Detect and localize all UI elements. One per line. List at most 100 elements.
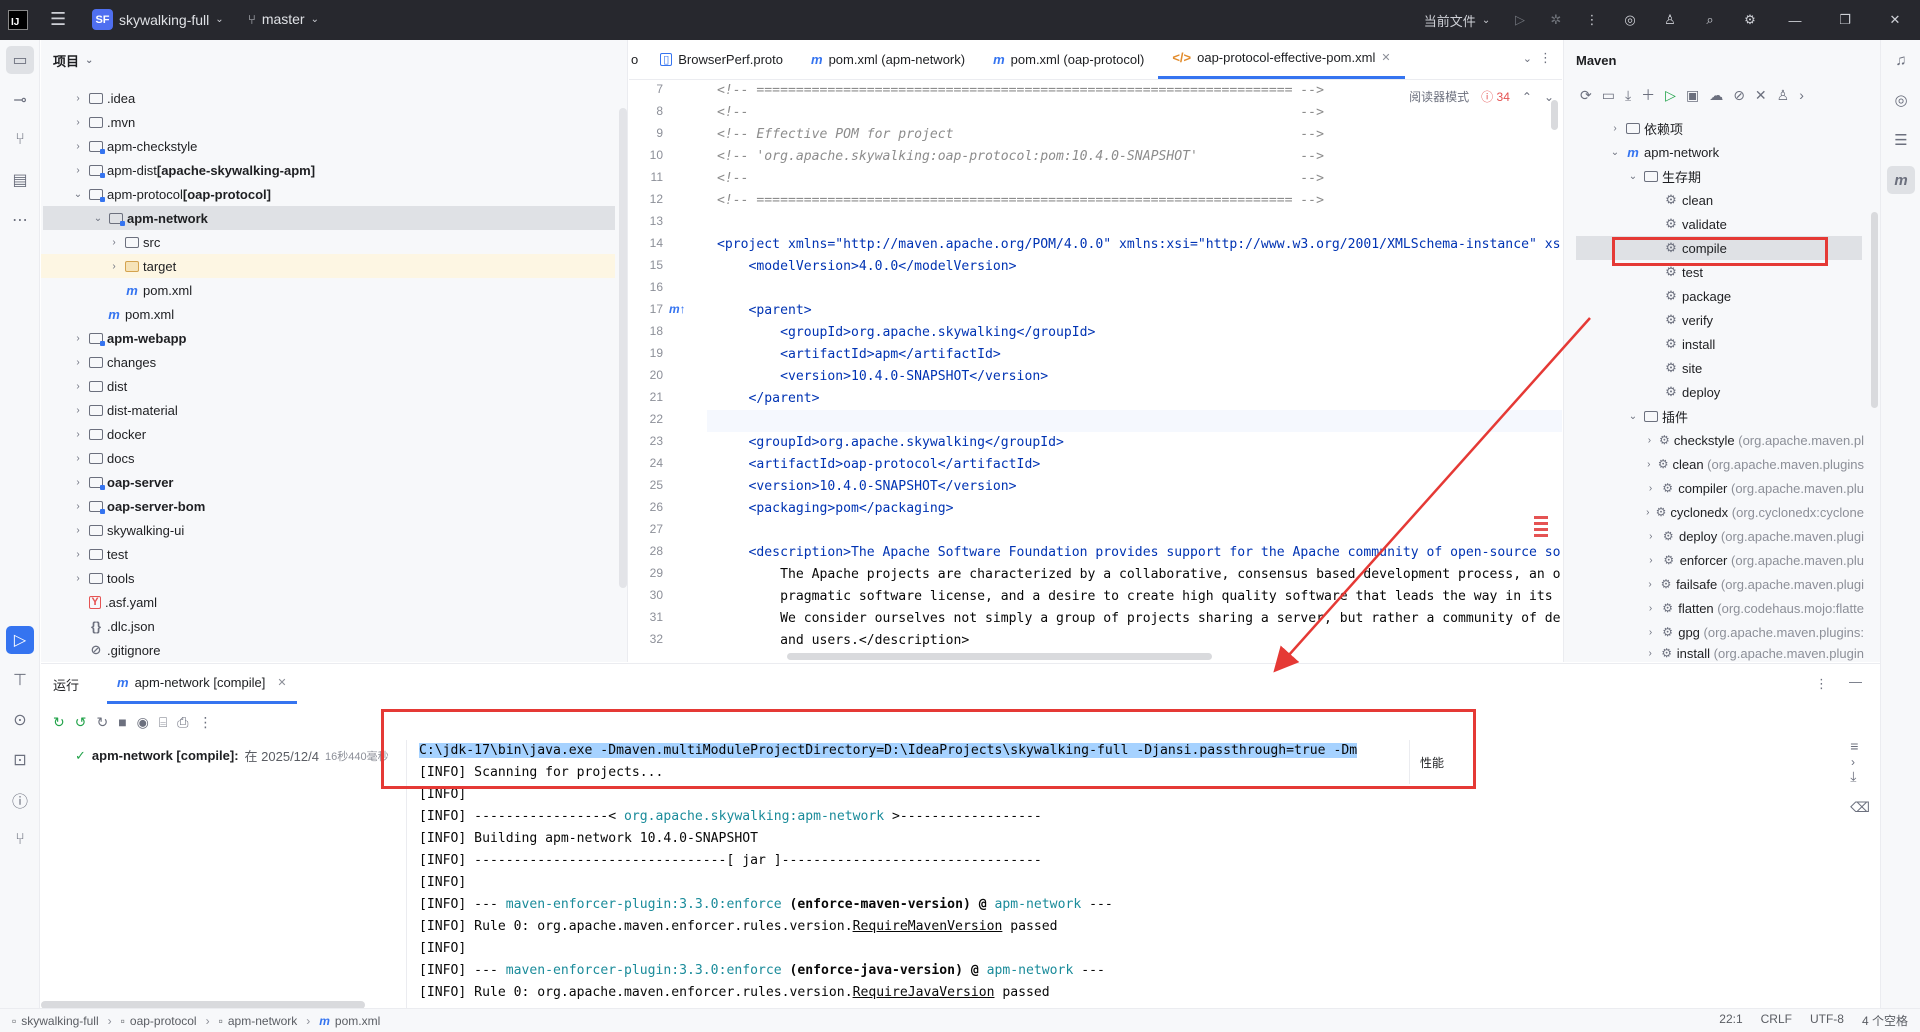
add-icon[interactable]: ＋	[1641, 85, 1655, 105]
branch-switcher[interactable]: ⑂ master ⌄	[248, 11, 319, 27]
tab-pom-apm-network[interactable]: m pom.xml (apm-network)	[797, 39, 979, 79]
ai-chat-icon[interactable]: ◎	[1887, 86, 1915, 114]
maven-plugin[interactable]: › ⚙ compiler (org.apache.maven.plu	[1564, 476, 1864, 500]
pin-icon[interactable]: ⎙	[177, 714, 188, 731]
close-tab-icon[interactable]: ✕	[1381, 51, 1390, 64]
console-link[interactable]: org.apache.skywalking:apm-network	[624, 809, 884, 824]
tree-item[interactable]: › oap-server	[41, 470, 615, 494]
minimize-icon[interactable]: —	[1770, 0, 1820, 40]
console-class-link[interactable]: RequireMavenVersion	[853, 919, 1003, 934]
maven-goal[interactable]: ⚙ verify	[1564, 308, 1864, 332]
code-view[interactable]: <!-- ===================================…	[707, 80, 1562, 662]
debug-icon[interactable]: ✲	[1538, 0, 1574, 40]
restore-icon[interactable]: ❐	[1820, 0, 1870, 40]
tree-item[interactable]: › apm-webapp	[41, 326, 615, 350]
reader-mode-toggle[interactable]: 阅读器模式	[1409, 88, 1469, 105]
tree-item[interactable]: › docker	[41, 422, 615, 446]
run-tab-compile[interactable]: m apm-network [compile] ✕	[107, 664, 297, 704]
project-panel-header[interactable]: 项目 ⌄	[41, 40, 627, 80]
services-icon[interactable]: ⊙	[6, 706, 34, 734]
more-vertical-icon[interactable]: ⋮	[1539, 50, 1552, 66]
performance-section[interactable]: 性能 ›	[1409, 740, 1869, 784]
skip-tests-icon[interactable]: ⊘	[1733, 87, 1745, 104]
more-horizontal-icon[interactable]: ⋯	[6, 206, 34, 234]
notifications-bell-icon[interactable]: ♫	[1887, 46, 1915, 74]
maven-plugin[interactable]: › ⚙ checkstyle (org.apache.maven.pl	[1564, 428, 1864, 452]
rerun-failed-icon[interactable]: ↺	[75, 714, 87, 731]
maven-goal[interactable]: ⚙ install	[1564, 332, 1864, 356]
maven-plugin[interactable]: › ⚙ cyclonedx (org.cyclonedx:cyclone	[1564, 500, 1864, 524]
more-vertical-icon[interactable]: ⋮	[1574, 0, 1610, 40]
stop-icon[interactable]: ■	[118, 714, 126, 730]
console-output[interactable]: C:\jdk-17\bin\java.exe -Dmaven.multiModu…	[409, 740, 1409, 1009]
tree-item[interactable]: › oap-server-bom	[41, 494, 615, 518]
tree-item[interactable]: › test	[41, 542, 615, 566]
maven-tree-item[interactable]: ⌄ 插件	[1564, 404, 1864, 428]
git-icon[interactable]: ⑂	[6, 826, 34, 854]
maven-plugin[interactable]: › ⚙ install (org.apache.maven.plugin	[1564, 644, 1864, 662]
tree-item[interactable]: › skywalking-ui	[41, 518, 615, 542]
scroll-to-end-icon[interactable]: ⤓	[1850, 768, 1870, 785]
maven-scrollbar[interactable]	[1871, 212, 1878, 408]
database-icon[interactable]: ☰	[1887, 126, 1915, 154]
override-gutter-icon[interactable]: m↑	[669, 302, 686, 316]
maven-tool-icon[interactable]: m	[1887, 166, 1915, 194]
maven-tree-item[interactable]: ⌄ m apm-network	[1564, 140, 1864, 164]
minimize-panel-icon[interactable]: —	[1849, 674, 1862, 689]
download-icon[interactable]: ⤓	[1625, 87, 1631, 104]
project-switcher[interactable]: SF skywalking-full ⌄	[92, 9, 224, 30]
tree-item[interactable]: › tools	[41, 566, 615, 590]
tree-item[interactable]: › apm-dist [apache-skywalking-apm]	[41, 158, 615, 182]
more-vertical-icon[interactable]: ⋮	[1815, 676, 1828, 692]
console-link[interactable]: apm-network	[987, 963, 1074, 978]
commit-icon[interactable]: ⊸	[6, 86, 34, 114]
tree-item[interactable]: {} .dlc.json	[41, 614, 615, 638]
settings-gear-icon[interactable]: ⚙	[1730, 0, 1770, 40]
generate-sources-icon[interactable]: ▭	[1602, 87, 1615, 104]
tab-effective-pom[interactable]: </> oap-protocol-effective-pom.xml ✕	[1158, 39, 1405, 79]
more-vertical-icon[interactable]: ⋮	[199, 714, 213, 731]
maven-plugin[interactable]: › ⚙ flatten (org.codehaus.mojo:flatte	[1564, 596, 1864, 620]
close-icon[interactable]: ✕	[1870, 0, 1920, 40]
project-scrollbar[interactable]	[619, 108, 627, 588]
run-tree-item[interactable]: ✓ apm-network [compile]: 在 2025/12/4 16秒…	[75, 746, 389, 765]
hamburger-menu-icon[interactable]: ☰	[50, 9, 66, 30]
structure-icon[interactable]: ▤	[6, 166, 34, 194]
ai-assistant-icon[interactable]: ◎	[1610, 0, 1650, 40]
maven-goal[interactable]: ⚙ deploy	[1564, 380, 1864, 404]
run-tool-icon[interactable]: ▷	[6, 626, 34, 654]
console-link[interactable]: apm-network	[995, 897, 1082, 912]
tree-item[interactable]: › .mvn	[41, 110, 615, 134]
maven-goal[interactable]: ⚙ clean	[1564, 188, 1864, 212]
rerun-stopped-icon[interactable]: ↻	[96, 714, 108, 731]
tree-item[interactable]: Y .asf.yaml	[41, 590, 615, 614]
chevron-right-icon[interactable]: ›	[1799, 87, 1804, 103]
rerun-icon[interactable]: ↻	[53, 714, 65, 731]
breadcrumb-item[interactable]: oap-protocol	[130, 1014, 197, 1028]
chevron-up-icon[interactable]: ⌃	[1522, 90, 1532, 104]
maven-goal[interactable]: ⚙ validate	[1564, 212, 1864, 236]
indent-setting[interactable]: 4 个空格	[1862, 1012, 1908, 1029]
file-encoding[interactable]: UTF-8	[1810, 1012, 1844, 1029]
soft-wrap-icon[interactable]: ≡	[1850, 738, 1870, 754]
console-link[interactable]: maven-enforcer-plugin:3.3.0:enforce	[506, 897, 782, 912]
tree-item[interactable]: m pom.xml	[41, 278, 615, 302]
caret-position[interactable]: 22:1	[1719, 1012, 1742, 1029]
show-dependencies-icon[interactable]: ♙	[1777, 87, 1790, 104]
maven-plugin[interactable]: › ⚙ enforcer (org.apache.maven.plu	[1564, 548, 1864, 572]
tree-item[interactable]: › src	[41, 230, 615, 254]
tab-truncated[interactable]: o	[629, 39, 646, 79]
editor-horizontal-scrollbar[interactable]	[787, 653, 1212, 660]
project-folder-icon[interactable]: ▭	[6, 46, 34, 74]
tree-item[interactable]: › docs	[41, 446, 615, 470]
console-class-link[interactable]: RequireJavaVersion	[853, 985, 995, 1000]
maven-goal[interactable]: ⚙ site	[1564, 356, 1864, 380]
search-icon[interactable]: ⌕	[1690, 0, 1730, 40]
reload-icon[interactable]: ⟳	[1580, 87, 1592, 104]
chevron-down-icon[interactable]: ⌄	[1523, 52, 1532, 65]
build-hammer-icon[interactable]: ⊤	[6, 666, 34, 694]
tab-pom-oap-protocol[interactable]: m pom.xml (oap-protocol)	[979, 39, 1158, 79]
tree-item[interactable]: › .idea	[41, 86, 615, 110]
tree-item[interactable]: › changes	[41, 350, 615, 374]
console-link[interactable]: maven-enforcer-plugin:3.3.0:enforce	[506, 963, 782, 978]
